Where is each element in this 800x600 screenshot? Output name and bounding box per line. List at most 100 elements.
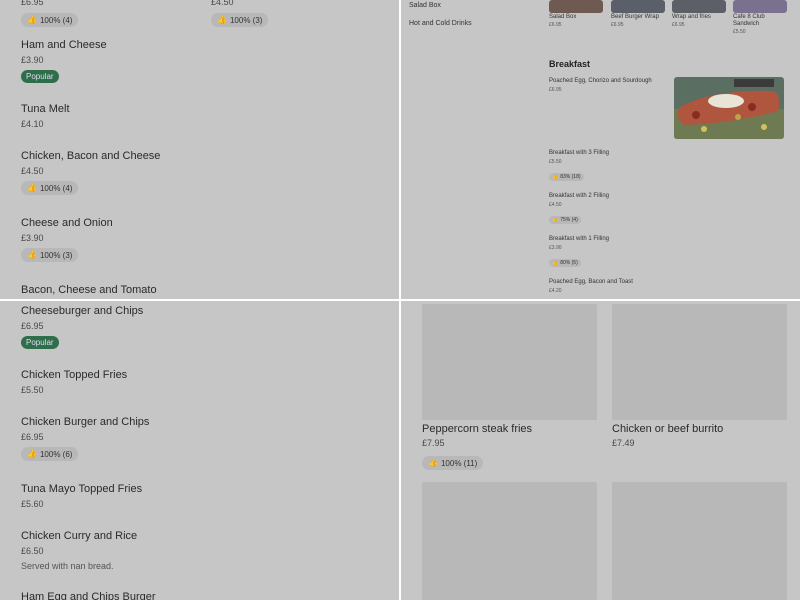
menu-panel-bottom-left: Cheeseburger and Chips £6.95 Popular Chi…	[0, 301, 399, 600]
section-title-breakfast: Breakfast	[549, 59, 591, 69]
item-price: £5.50	[21, 385, 44, 395]
item-price: £6.95	[21, 0, 44, 7]
menu-item[interactable]: Cheese and Onion £3.90 👍 100% (3)	[21, 216, 113, 262]
popular-tag: Popular	[21, 336, 59, 349]
popular-tag: Popular	[21, 70, 59, 83]
menu-item[interactable]: Ham and Cheese £3.90 Popular	[21, 38, 107, 84]
food-image-placeholder[interactable]	[612, 304, 787, 420]
food-image-placeholder[interactable]	[612, 482, 787, 600]
rating-badge: 👍 75% (4)	[549, 216, 581, 224]
item-name: Cheeseburger and Chips	[21, 305, 144, 317]
card-name: Beef Burger Wrap	[611, 14, 659, 20]
item-price: £4.50	[21, 166, 44, 176]
item-price: £4.10	[21, 119, 44, 129]
featured-card[interactable]: Beef Burger Wrap £6.95	[611, 0, 665, 28]
food-image-placeholder[interactable]	[422, 304, 597, 420]
menu-item-partial-right[interactable]: £4.50	[211, 0, 234, 8]
food-image-placeholder[interactable]	[422, 482, 597, 600]
rating-badge: 👍 100% (3)	[21, 248, 79, 262]
item-name: Tuna Mayo Topped Fries	[21, 483, 143, 495]
item-name: Tuna Melt	[21, 103, 70, 115]
food-image	[733, 0, 787, 13]
item-name: Chicken Curry and Rice	[21, 530, 138, 542]
item-name: Bacon, Cheese and Tomato	[21, 284, 157, 296]
item-name: Ham Egg and Chips Burger	[21, 591, 156, 600]
card-name: Wrap and fries	[672, 14, 711, 20]
food-image	[611, 0, 665, 13]
item-name: Poached Egg, Bacon and Toast	[549, 279, 633, 285]
breakfast-item[interactable]: Breakfast with 2 Filling £4.50 👍 75% (4)	[549, 193, 609, 226]
menu-item[interactable]: Chicken, Bacon and Cheese £4.50 👍 100% (4…	[21, 149, 160, 195]
thumbs-up-icon: 👍	[27, 449, 37, 458]
menu-panel-top-left: £6.95 👍 100% (4) £4.50 👍 100% (3) Ham and …	[0, 0, 399, 299]
menu-item-partial-left[interactable]: £6.95	[21, 0, 44, 8]
thumbs-up-icon: 👍	[217, 15, 227, 24]
menu-item[interactable]: Bacon, Cheese and Tomato	[21, 283, 157, 297]
rating-badge: 👍 80% (5)	[549, 259, 581, 267]
item-price: £6.95	[21, 321, 44, 331]
menu-item[interactable]: Cheeseburger and Chips £6.95 Popular	[21, 304, 143, 350]
thumbs-up-icon: 👍	[552, 260, 559, 266]
card-price: £6.95	[611, 22, 624, 28]
card-price: £5.50	[733, 29, 746, 35]
item-price: £4.50	[211, 0, 234, 7]
card-name: Cafe 8 Club Sandwich	[733, 14, 765, 27]
menu-item[interactable]: Chicken Curry and Rice £6.50 Served with…	[21, 529, 137, 571]
menu-item[interactable]: Tuna Melt £4.10	[21, 102, 70, 130]
card-price: £6.95	[549, 22, 562, 28]
item-price: £3.90	[21, 55, 44, 65]
card-price: £6.95	[672, 22, 685, 28]
menu-item[interactable]: Chicken Burger and Chips £6.95 👍 100% (6)	[21, 415, 149, 461]
item-name: Chicken Topped Fries	[21, 369, 128, 381]
item-price: £6.50	[21, 546, 44, 556]
thumbs-up-icon: 👍	[552, 174, 559, 180]
thumbs-up-icon: 👍	[27, 250, 37, 259]
item-price: £4.20	[549, 288, 562, 294]
item-name: Chicken Burger and Chips	[21, 416, 150, 428]
menu-item[interactable]: Chicken Topped Fries £5.50	[21, 368, 127, 396]
item-name: Breakfast with 3 Filling	[549, 150, 610, 156]
rating-badge: 👍 83% (18)	[549, 173, 584, 181]
breakfast-item[interactable]: Breakfast with 3 Filling £5.50 👍 83% (18)	[549, 150, 609, 183]
thumbs-up-icon: 👍	[27, 183, 37, 192]
item-price: £6.95	[549, 87, 562, 93]
thumbs-up-icon: 👍	[552, 217, 559, 223]
breakfast-item[interactable]: Breakfast with 1 Filling £3.90 👍 80% (5)	[549, 236, 609, 269]
food-image	[549, 0, 603, 13]
item-name: Breakfast with 1 Filling	[549, 236, 610, 242]
featured-card[interactable]: Wrap and fries £6.95	[672, 0, 726, 28]
featured-card[interactable]: Cafe 8 Club Sandwich £5.50	[733, 0, 787, 35]
menu-panel-bottom-right: Peppercorn steak fries £7.95 👍 100% (11) …	[401, 301, 800, 600]
rating-badge: 👍 100% (6)	[21, 447, 79, 461]
item-name[interactable]: Chicken or beef burrito	[612, 423, 723, 435]
nav-link-salad-box[interactable]: Salad Box	[409, 2, 441, 9]
item-price: £5.60	[21, 499, 44, 509]
item-name: Poached Egg, Chorizo and Sourdough	[549, 78, 652, 84]
rating-badge: 👍 100% (4)	[21, 9, 79, 27]
rating-badge: 👍 100% (4)	[21, 181, 79, 195]
featured-card[interactable]: Salad Box £6.95	[549, 0, 603, 28]
breakfast-item[interactable]: Poached Egg, Bacon and Toast £4.20	[549, 279, 633, 294]
breakfast-item[interactable]: Poached Egg, Chorizo and Sourdough £6.95	[549, 78, 652, 93]
item-name: Ham and Cheese	[21, 39, 107, 51]
item-price: £7.49	[612, 438, 635, 448]
item-description: Served with nan bread.	[21, 561, 114, 571]
item-price: £3.90	[549, 245, 562, 251]
item-name: Cheese and Onion	[21, 217, 113, 229]
item-name: Breakfast with 2 Filling	[549, 193, 610, 199]
food-image	[674, 77, 784, 139]
item-price: £7.95	[422, 438, 445, 448]
food-image	[672, 0, 726, 13]
item-name[interactable]: Peppercorn steak fries	[422, 423, 532, 435]
rating-badge: 👍 100% (11)	[422, 452, 484, 470]
nav-link-drinks[interactable]: Hot and Cold Drinks	[409, 20, 472, 27]
item-price: £3.90	[21, 233, 44, 243]
item-price: £5.50	[549, 159, 562, 165]
menu-item[interactable]: Tuna Mayo Topped Fries £5.60	[21, 482, 142, 510]
item-name: Chicken, Bacon and Cheese	[21, 150, 161, 162]
item-price: £4.50	[549, 202, 562, 208]
thumbs-up-icon: 👍	[428, 458, 438, 467]
menu-item[interactable]: Ham Egg and Chips Burger	[21, 590, 156, 600]
item-price: £6.95	[21, 432, 44, 442]
card-name: Salad Box	[549, 14, 577, 20]
